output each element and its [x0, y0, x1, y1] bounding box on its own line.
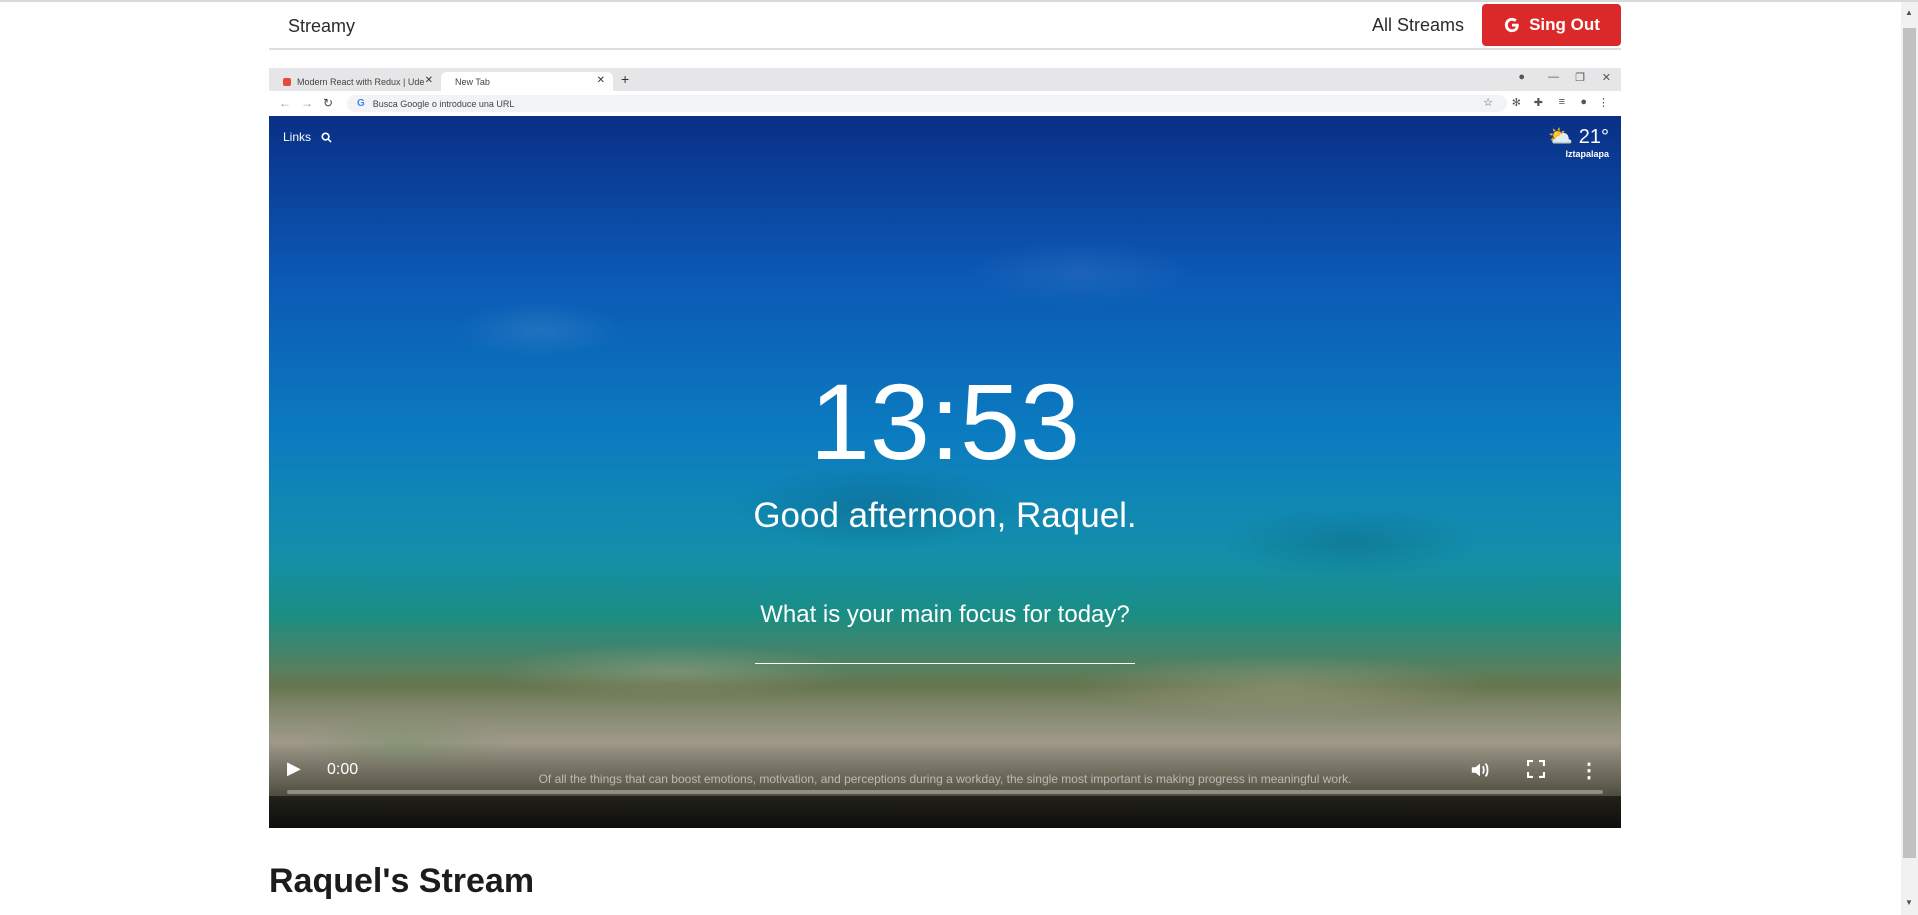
- scroll-up-icon[interactable]: ▲: [1905, 8, 1913, 17]
- brand-link[interactable]: Streamy: [288, 16, 355, 37]
- close-window-icon: ✕: [1601, 72, 1611, 84]
- scroll-down-icon[interactable]: ▼: [1905, 898, 1913, 907]
- restore-icon: ❐: [1575, 72, 1585, 84]
- play-icon[interactable]: ▶: [287, 758, 301, 779]
- menu-dots-icon: ⋮: [1598, 97, 1609, 109]
- top-navbar: Streamy All Streams Sing Out: [269, 2, 1621, 50]
- greeting: Good afternoon, Raquel.: [753, 496, 1137, 535]
- google-icon: [1504, 17, 1519, 33]
- weather-widget: ⛅ 21° Iztapalapa: [1548, 124, 1609, 159]
- sign-out-label: Sing Out: [1529, 15, 1600, 34]
- inner-tab-title: New Tab: [455, 76, 490, 87]
- google-g-icon: G: [357, 98, 365, 109]
- video-controls: ▶ 0:00 ⋮: [269, 748, 1621, 828]
- inner-tab-udemy: Modern React with Redux | Ude ✕: [269, 72, 441, 91]
- back-icon: ←: [279, 96, 291, 110]
- all-streams-link[interactable]: All Streams: [1372, 15, 1464, 36]
- links-label: Links: [283, 130, 312, 144]
- inner-tab-title: Modern React with Redux | Ude: [297, 76, 425, 87]
- fullscreen-icon[interactable]: [1527, 760, 1545, 778]
- temperature: 21°: [1578, 126, 1609, 148]
- sign-out-button[interactable]: Sing Out: [1482, 4, 1621, 46]
- record-icon: ●: [1518, 71, 1525, 83]
- scroll-thumb[interactable]: [1903, 28, 1916, 858]
- forward-icon: →: [301, 96, 313, 110]
- profile-icon: ●: [1580, 96, 1587, 108]
- focus-input-line: [755, 663, 1135, 664]
- weather-location: Iztapalapa: [1565, 149, 1609, 159]
- minimize-icon: —: [1548, 71, 1559, 83]
- navbar-right: All Streams Sing Out: [1372, 2, 1621, 48]
- star-icon: ☆: [1483, 97, 1493, 109]
- inner-browser-tabstrip: Modern React with Redux | Ude ✕ New Tab …: [269, 68, 1621, 91]
- clock: 13:53: [809, 361, 1081, 482]
- inner-browser-toolbar: ← → ↻ G Busca Google o introduce una URL…: [269, 91, 1621, 117]
- stream-video-player[interactable]: Modern React with Redux | Ude ✕ New Tab …: [269, 68, 1621, 828]
- current-time: 0:00: [327, 761, 359, 778]
- search-icon: [321, 131, 332, 143]
- udemy-favicon-icon: [283, 77, 291, 86]
- momentum-links: Links: [283, 130, 332, 144]
- plus-icon: +: [621, 71, 630, 87]
- page-scrollbar[interactable]: ▲ ▼: [1901, 2, 1918, 915]
- inner-tab-new: New Tab ✕: [441, 72, 613, 91]
- stream-title: Raquel's Stream: [269, 862, 535, 900]
- volume-icon[interactable]: [1469, 760, 1491, 780]
- focus-prompt: What is your main focus for today?: [760, 601, 1130, 628]
- omnibox-placeholder: Busca Google o introduce una URL: [372, 98, 515, 109]
- puzzle-icon: ✚: [1533, 97, 1543, 109]
- close-icon: ✕: [424, 75, 433, 86]
- cloud-sun-icon: ⛅: [1548, 126, 1574, 148]
- playlist-icon: ≡: [1558, 96, 1565, 108]
- video-progress-bar[interactable]: [287, 790, 1603, 794]
- extension-icon: ✻: [1511, 97, 1521, 109]
- captured-taskbar: [269, 796, 1621, 828]
- inner-omnibox: G Busca Google o introduce una URL: [347, 95, 1507, 112]
- reload-icon: ↻: [323, 96, 334, 110]
- more-options-icon[interactable]: ⋮: [1579, 758, 1599, 783]
- close-icon: ✕: [596, 75, 605, 86]
